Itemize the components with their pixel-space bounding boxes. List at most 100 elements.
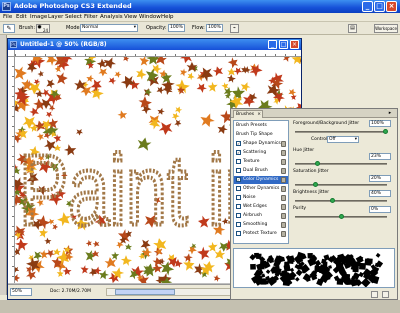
leaf-mark: [117, 110, 128, 120]
lock-icon[interactable]: [281, 159, 286, 165]
checkbox[interactable]: [236, 213, 241, 218]
lock-icon[interactable]: [281, 195, 286, 201]
brush-setting-item[interactable]: ✓ Color Dynamics: [234, 176, 288, 184]
hue-jitter-slider[interactable]: [295, 161, 387, 166]
document-titlebar[interactable]: Ps Untitled-1 @ 50% (RGB/8) _ □ ×: [8, 39, 301, 50]
trash-icon[interactable]: [382, 291, 389, 298]
slider-knob[interactable]: [383, 129, 388, 134]
brush-setting-item[interactable]: Other Dynamics: [234, 185, 288, 193]
tab-brushes[interactable]: Brushes ×: [233, 110, 263, 118]
zoom-field[interactable]: 50%: [10, 288, 32, 296]
menu-file[interactable]: File: [3, 14, 12, 20]
checkbox[interactable]: [236, 222, 241, 227]
brush-setting-item[interactable]: Airbrush: [234, 212, 288, 220]
doc-minimize-button[interactable]: _: [268, 40, 277, 49]
lock-icon[interactable]: [281, 150, 286, 156]
minimize-button[interactable]: _: [362, 1, 373, 12]
leaf-mark: [46, 79, 55, 89]
close-button[interactable]: ×: [386, 1, 397, 12]
menu-analysis[interactable]: Analysis: [100, 14, 123, 20]
flow-field[interactable]: 100%: [206, 24, 223, 32]
brightness-jitter-slider[interactable]: [295, 198, 387, 203]
lock-icon[interactable]: [281, 204, 286, 210]
slider-knob[interactable]: [315, 161, 321, 166]
menu-image[interactable]: Image: [30, 14, 47, 20]
brush-stroke-preview: [233, 248, 395, 288]
doc-close-button[interactable]: ×: [290, 40, 299, 49]
menu-view[interactable]: View: [124, 14, 137, 20]
checkbox[interactable]: ✓: [236, 177, 241, 182]
slider-knob[interactable]: [339, 214, 344, 219]
control-select[interactable]: Off ▾: [327, 136, 359, 143]
menu-select[interactable]: Select: [65, 14, 82, 20]
toolbox[interactable]: [0, 35, 7, 295]
leaf-mark: [26, 270, 37, 281]
doc-maximize-button[interactable]: □: [279, 40, 288, 49]
menu-edit[interactable]: Edit: [16, 14, 27, 20]
menu-window[interactable]: Window: [139, 14, 161, 20]
maximize-button[interactable]: □: [374, 1, 385, 12]
ruler-origin[interactable]: [8, 50, 15, 57]
menu-help[interactable]: Help: [161, 14, 174, 20]
leaf-mark: [120, 255, 132, 266]
brightness-jitter-value[interactable]: 40%: [369, 190, 391, 197]
vertical-ruler[interactable]: [8, 57, 15, 283]
slider-knob[interactable]: [330, 198, 336, 203]
lock-icon[interactable]: [281, 213, 286, 219]
panel-menu-button[interactable]: ▸: [386, 110, 394, 117]
checkbox[interactable]: [236, 231, 241, 236]
checkbox[interactable]: [236, 168, 241, 173]
brush-setting-item[interactable]: Brush Tip Shape: [234, 131, 288, 139]
menu-filter[interactable]: Filter: [84, 14, 98, 20]
chevron-down-icon: ▾: [133, 25, 136, 30]
lock-icon[interactable]: [281, 231, 286, 237]
scroll-thumb[interactable]: [115, 289, 175, 295]
checkbox[interactable]: [236, 186, 241, 191]
workspace-button[interactable]: Workspace: [374, 24, 398, 33]
saturation-jitter-slider[interactable]: [295, 182, 387, 187]
checkbox[interactable]: ✓: [236, 150, 241, 155]
close-icon[interactable]: ×: [257, 111, 261, 118]
brush-setting-item[interactable]: Smoothing: [234, 221, 288, 229]
fg-bg-jitter-slider[interactable]: [295, 129, 388, 134]
leaf-mark: [157, 107, 165, 115]
menu-layer[interactable]: Layer: [48, 14, 63, 20]
leaf-mark: [33, 251, 43, 261]
saturation-jitter-value[interactable]: 20%: [369, 175, 391, 182]
hue-jitter-value[interactable]: 23%: [369, 153, 391, 160]
brush-setting-item[interactable]: Dual Brush: [234, 167, 288, 175]
leaf-mark: [46, 57, 58, 66]
checkbox[interactable]: [236, 195, 241, 200]
airbrush-toggle-icon[interactable]: ⌁: [230, 24, 239, 33]
brush-picker[interactable]: ✹ 24: [36, 24, 50, 33]
brush-setting-item[interactable]: ✓ Scattering: [234, 149, 288, 157]
checkbox[interactable]: ✓: [236, 141, 241, 146]
checkbox[interactable]: [236, 204, 241, 209]
lock-icon[interactable]: [281, 168, 286, 174]
brush-setting-item[interactable]: Brush Presets: [234, 122, 288, 130]
mode-select[interactable]: Normal ▾: [80, 24, 138, 32]
brightness-jitter-label: Brightness Jitter: [293, 190, 330, 195]
lock-icon[interactable]: [281, 222, 286, 228]
checkbox[interactable]: [236, 159, 241, 164]
palette-well-icon[interactable]: ▤: [348, 24, 357, 33]
opacity-field[interactable]: 100%: [168, 24, 185, 32]
brush-setting-item[interactable]: ✓ Shape Dynamics: [234, 140, 288, 148]
brush-setting-item[interactable]: Wet Edges: [234, 203, 288, 211]
new-preset-icon[interactable]: [371, 291, 378, 298]
brush-setting-item[interactable]: Texture: [234, 158, 288, 166]
lock-icon[interactable]: [281, 186, 286, 192]
brushes-footer: [231, 290, 397, 299]
brush-setting-item[interactable]: Protect Texture: [234, 230, 288, 238]
fg-bg-jitter-value[interactable]: 100%: [369, 120, 391, 127]
brush-setting-item[interactable]: Noise: [234, 194, 288, 202]
purity-slider[interactable]: [295, 214, 387, 219]
lock-icon[interactable]: [281, 141, 286, 147]
slider-knob[interactable]: [312, 182, 318, 187]
brush-settings-list: Brush Presets Brush Tip Shape ✓ Shape Dynam…: [233, 120, 289, 244]
brush-icon[interactable]: ✎: [3, 24, 15, 33]
purity-value[interactable]: 0%: [369, 206, 391, 213]
horizontal-ruler[interactable]: [15, 50, 301, 57]
lock-icon[interactable]: [281, 177, 286, 183]
brush-setting-label: Wet Edges: [243, 204, 267, 209]
